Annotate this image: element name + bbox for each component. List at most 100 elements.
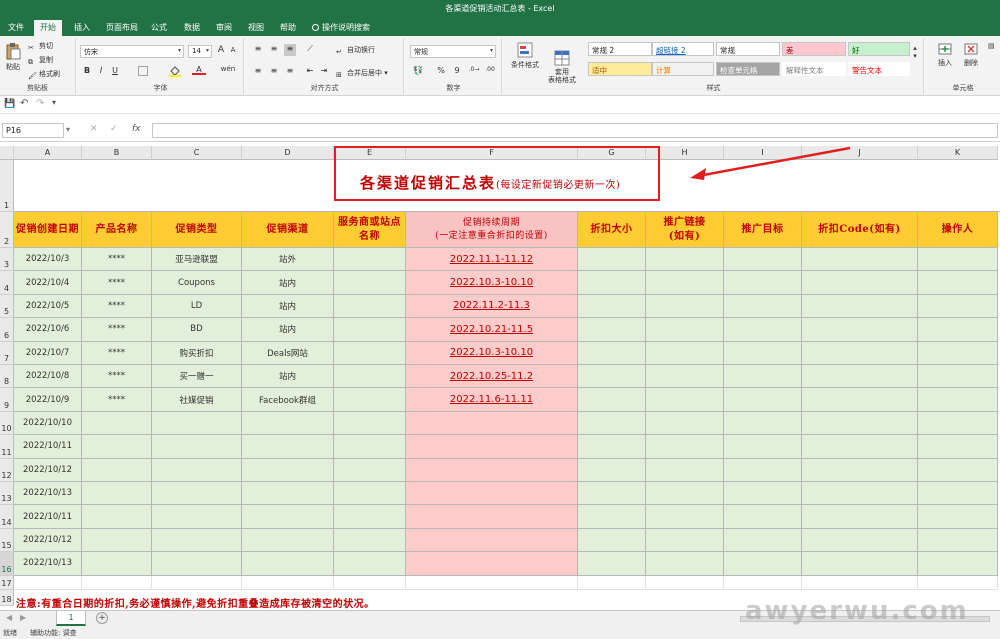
table-cell[interactable]: [578, 271, 646, 295]
table-cell[interactable]: [152, 505, 242, 529]
cell-style-5[interactable]: 好: [848, 42, 910, 56]
percent-button[interactable]: %: [436, 66, 446, 78]
header-cell-G[interactable]: 折扣大小: [578, 212, 646, 248]
table-cell[interactable]: 购买折扣: [152, 341, 242, 365]
accounting-format-icon[interactable]: 💱: [410, 66, 426, 78]
table-cell[interactable]: [646, 505, 724, 529]
align-right-icon[interactable]: ≡: [284, 66, 296, 78]
table-cell[interactable]: 2022.11.6-11.11: [406, 388, 578, 412]
table-cell[interactable]: [918, 271, 998, 295]
empty-cell[interactable]: [242, 575, 334, 590]
table-cell[interactable]: 2022.11.1-11.12: [406, 248, 578, 272]
table-cell[interactable]: [646, 552, 724, 576]
table-cell[interactable]: 2022/10/10: [14, 411, 82, 436]
table-cell[interactable]: [242, 482, 334, 506]
table-cell[interactable]: [724, 411, 802, 436]
decrease-decimal-icon[interactable]: .00: [484, 66, 496, 78]
table-cell[interactable]: 站内: [242, 365, 334, 389]
table-cell[interactable]: [82, 458, 152, 482]
table-cell[interactable]: [578, 458, 646, 482]
empty-cell[interactable]: [334, 575, 406, 590]
row-header-11[interactable]: 11: [0, 435, 14, 459]
header-cell-I[interactable]: 推广目标: [724, 212, 802, 248]
table-cell[interactable]: 2022/10/13: [14, 482, 82, 506]
table-cell[interactable]: [646, 294, 724, 319]
table-cell[interactable]: [334, 341, 406, 365]
table-cell[interactable]: [646, 411, 724, 436]
row-header-5[interactable]: 5: [0, 294, 14, 319]
empty-cell[interactable]: [406, 575, 578, 590]
column-header-C[interactable]: C: [152, 146, 242, 160]
wrap-text-button[interactable]: ↵ 自动换行: [336, 45, 375, 57]
insert-cells-button[interactable]: 插入: [934, 42, 956, 68]
row-header-17[interactable]: 17: [0, 575, 14, 590]
empty-cell[interactable]: [646, 575, 724, 590]
comma-button[interactable]: 9: [452, 66, 462, 78]
table-cell[interactable]: [578, 435, 646, 459]
formula-input[interactable]: [152, 123, 998, 138]
cell-style-2[interactable]: 超链接 2: [652, 42, 714, 56]
tab-page-layout[interactable]: 页面布局: [100, 20, 144, 36]
row-header-18[interactable]: 18: [0, 589, 14, 606]
header-cell-A[interactable]: 促销创建日期: [14, 212, 82, 248]
table-cell[interactable]: ****: [82, 341, 152, 365]
grow-font-button[interactable]: A: [216, 45, 226, 57]
table-cell[interactable]: [724, 318, 802, 342]
empty-cell[interactable]: [578, 575, 646, 590]
tell-me-search[interactable]: 操作说明搜索: [306, 20, 376, 36]
shrink-font-button[interactable]: A: [228, 46, 238, 58]
row-header-13[interactable]: 13: [0, 482, 14, 506]
table-cell[interactable]: 2022.10.3-10.10: [406, 341, 578, 365]
table-cell[interactable]: 社媒促销: [152, 388, 242, 412]
table-cell[interactable]: [918, 388, 998, 412]
table-cell[interactable]: [82, 482, 152, 506]
table-cell[interactable]: 2022/10/11: [14, 435, 82, 459]
cell-style-3[interactable]: 常规: [716, 42, 780, 56]
row-header-2[interactable]: 2: [0, 212, 14, 248]
header-cell-B[interactable]: 产品名称: [82, 212, 152, 248]
orientation-icon[interactable]: ⟋: [304, 44, 316, 56]
cell-style-7[interactable]: 计算: [652, 62, 714, 76]
table-cell[interactable]: [406, 482, 578, 506]
table-cell[interactable]: [334, 388, 406, 412]
enter-icon[interactable]: ✓: [110, 124, 118, 134]
header-cell-J[interactable]: 折扣Code(如有): [802, 212, 918, 248]
table-cell[interactable]: [334, 435, 406, 459]
underline-button[interactable]: U: [110, 66, 120, 78]
table-cell[interactable]: 2022.10.21-11.5: [406, 318, 578, 342]
increase-decimal-icon[interactable]: .0→: [468, 66, 480, 78]
table-cell[interactable]: [578, 341, 646, 365]
table-cell[interactable]: [802, 271, 918, 295]
table-cell[interactable]: [82, 552, 152, 576]
header-cell-C[interactable]: 促销类型: [152, 212, 242, 248]
table-cell[interactable]: [724, 341, 802, 365]
table-cell[interactable]: [152, 458, 242, 482]
table-cell[interactable]: [578, 388, 646, 412]
table-cell[interactable]: [82, 411, 152, 436]
tab-view[interactable]: 视图: [242, 20, 270, 36]
table-cell[interactable]: [918, 505, 998, 529]
table-cell[interactable]: [152, 411, 242, 436]
table-cell[interactable]: [802, 341, 918, 365]
table-cell[interactable]: [334, 411, 406, 436]
table-cell[interactable]: 2022/10/12: [14, 458, 82, 482]
table-cell[interactable]: [578, 482, 646, 506]
table-cell[interactable]: [242, 435, 334, 459]
table-cell[interactable]: [802, 505, 918, 529]
table-cell[interactable]: 2022/10/9: [14, 388, 82, 412]
table-cell[interactable]: 2022/10/5: [14, 294, 82, 319]
table-cell[interactable]: [918, 528, 998, 553]
table-cell[interactable]: [242, 411, 334, 436]
name-box[interactable]: P16: [2, 123, 64, 138]
table-cell[interactable]: [406, 552, 578, 576]
header-cell-D[interactable]: 促销渠道: [242, 212, 334, 248]
column-header-K[interactable]: K: [918, 146, 998, 160]
phonetic-button[interactable]: wén: [220, 65, 236, 77]
row-header-8[interactable]: 8: [0, 365, 14, 389]
table-cell[interactable]: [578, 294, 646, 319]
font-size-select[interactable]: 14 ▾: [188, 45, 212, 58]
table-cell[interactable]: [724, 365, 802, 389]
row-header-12[interactable]: 12: [0, 458, 14, 482]
table-cell[interactable]: [334, 482, 406, 506]
table-cell[interactable]: [646, 248, 724, 272]
